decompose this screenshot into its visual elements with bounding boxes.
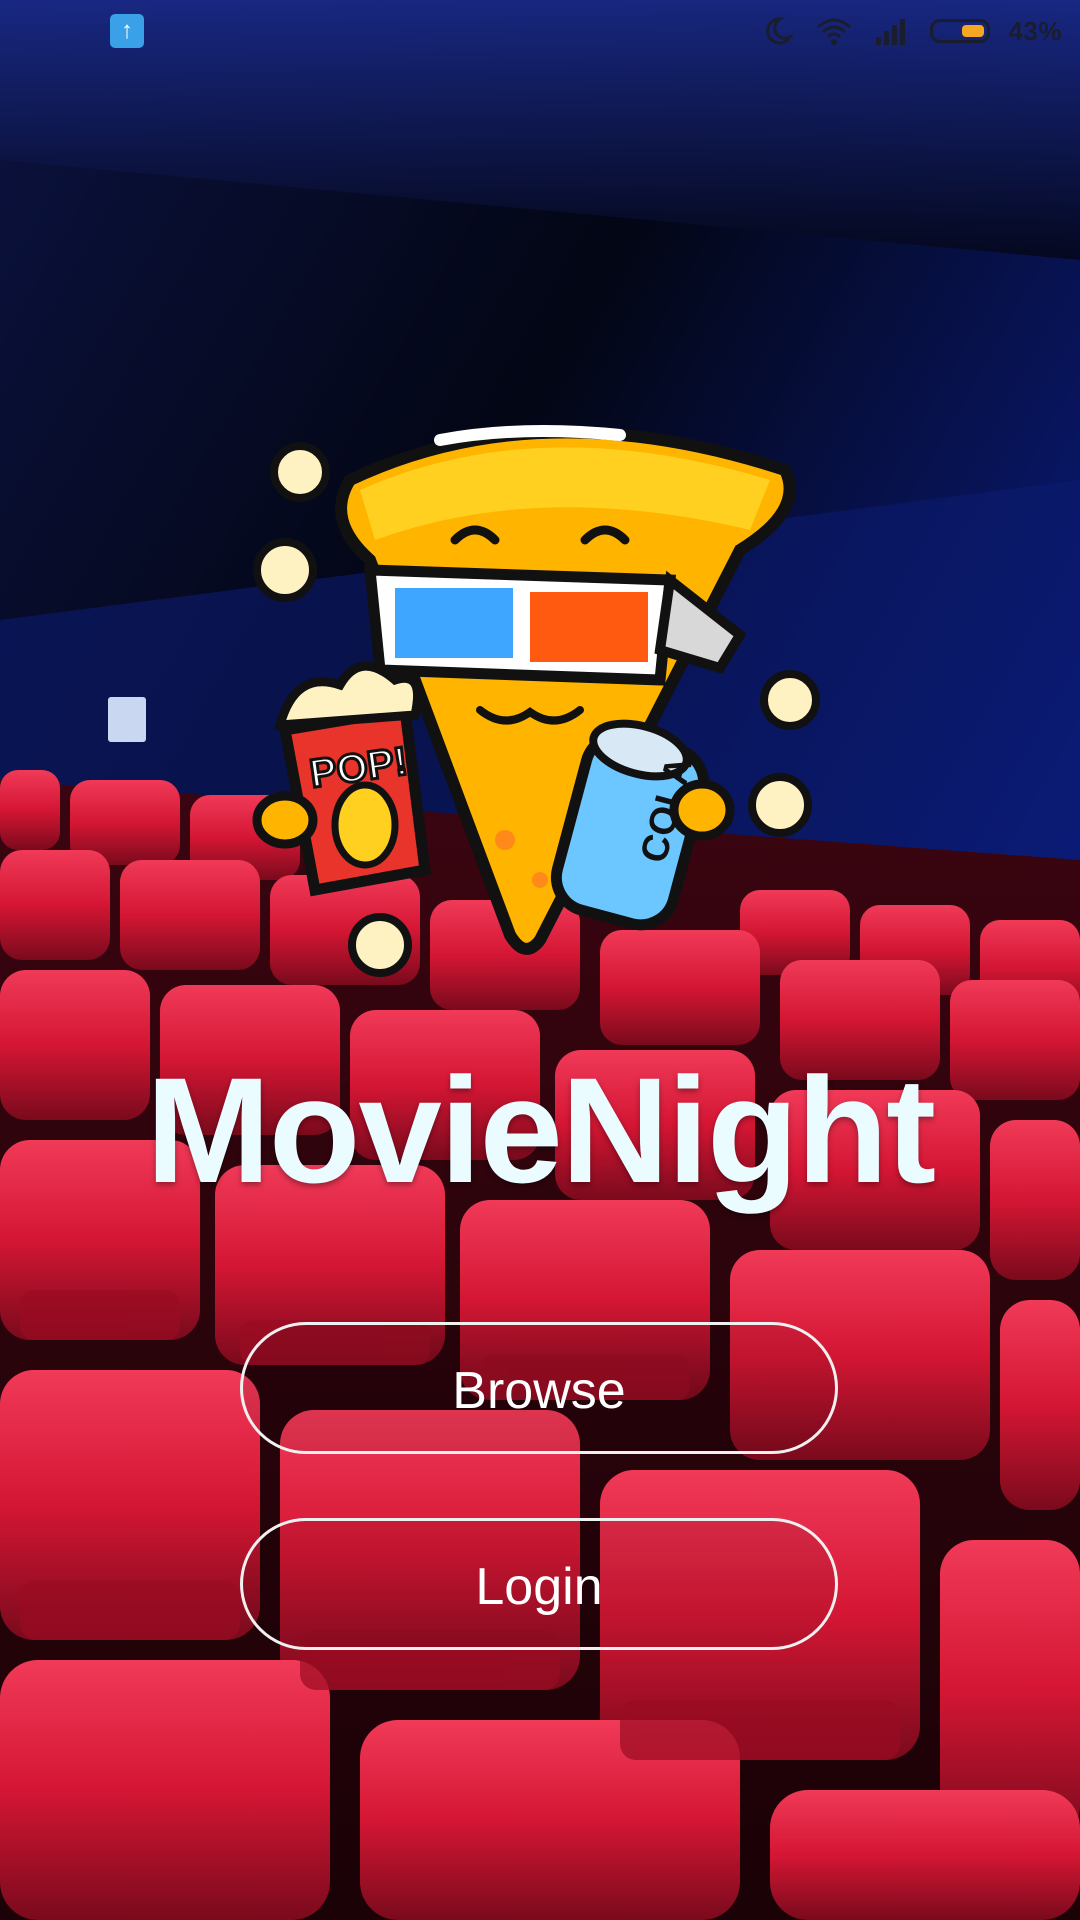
battery-icon [930, 19, 991, 43]
battery-level: 43% [1008, 15, 1062, 46]
signal-icon [876, 19, 906, 45]
moon-icon [766, 17, 795, 45]
status-bar: ↑ 43% [0, 0, 1080, 60]
app-title: MovieNight [145, 1046, 936, 1214]
wifi-icon [817, 18, 852, 45]
login-button[interactable]: Login [240, 1518, 838, 1650]
browse-button[interactable]: Browse [240, 1322, 838, 1454]
popcorn-box-icon: POP! [252, 661, 432, 897]
pizza-mascot-logo: POP! COLA [252, 425, 820, 977]
upload-icon: ↑ [110, 14, 144, 48]
